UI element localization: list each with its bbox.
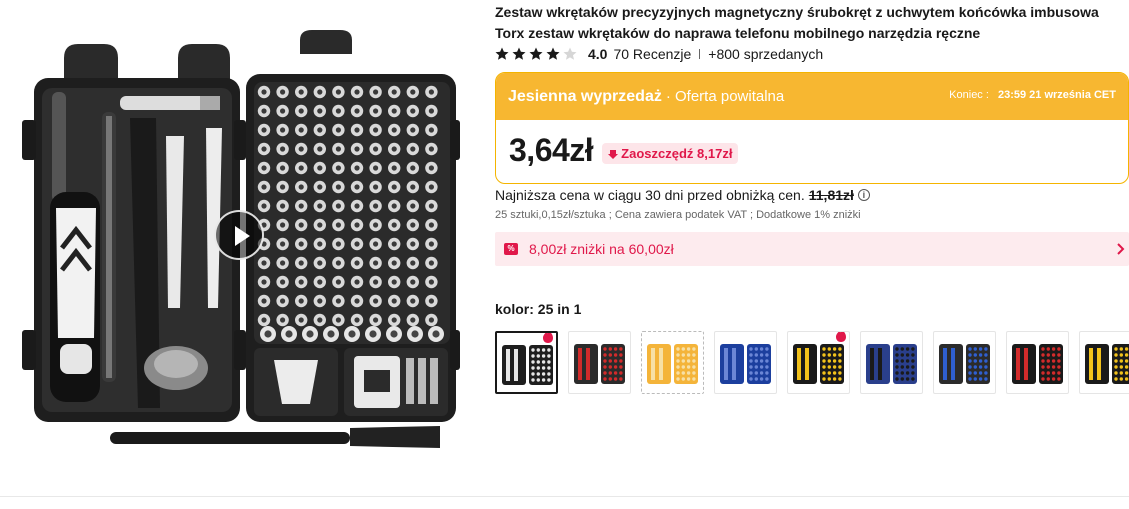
savings-badge: Zaoszczędź 8,17zł: [602, 143, 739, 164]
arrow-down-icon: [608, 149, 619, 159]
sale-subtitle: · Oferta powitalna: [665, 88, 785, 105]
variant-image: [866, 344, 917, 384]
variant-thumbnail[interactable]: [787, 331, 850, 394]
variant-image: [1012, 344, 1063, 384]
variant-image: [1085, 344, 1129, 384]
coupon-banner[interactable]: % 8,00zł zniżki na 60,00zł: [495, 232, 1129, 266]
coupon-icon: %: [504, 243, 518, 255]
product-title: Zestaw wkrętaków precyzyjnych magnetyczn…: [495, 4, 1099, 41]
current-price: 3,64zł: [509, 132, 594, 168]
price-row: 3,64zł Zaoszczędź 8,17zł: [496, 120, 1128, 169]
variant-image: [574, 344, 625, 384]
variant-thumbnail[interactable]: [568, 331, 631, 394]
savings-text: Zaoszczędź 8,17zł: [621, 146, 733, 161]
variant-thumbnail[interactable]: [495, 331, 558, 394]
hot-icon: [836, 332, 846, 342]
sale-banner: Jesienna wyprzedaż · Oferta powitalna Ko…: [496, 73, 1128, 120]
chevron-right-icon: [1117, 243, 1125, 255]
variant-thumbnail[interactable]: [933, 331, 996, 394]
star-rating: [495, 47, 577, 61]
variant-image: [647, 344, 698, 384]
lowest-price-label: Najniższa cena w ciągu 30 dni przed obni…: [495, 187, 805, 203]
sold-count: +800 sprzedanych: [708, 46, 824, 62]
sale-name: Jesienna wyprzedaż: [508, 87, 662, 105]
play-video-button[interactable]: [214, 210, 264, 260]
variant-thumbnail[interactable]: [1079, 331, 1129, 394]
star-icon: [546, 47, 560, 60]
sale-price-box: Jesienna wyprzedaż · Oferta powitalna Ko…: [495, 72, 1129, 184]
variant-thumbnail[interactable]: [714, 331, 777, 394]
rating-score: 4.0: [588, 46, 608, 62]
separator: [699, 49, 701, 59]
variant-thumbnail[interactable]: [1006, 331, 1069, 394]
info-icon[interactable]: i: [857, 189, 870, 201]
rating-row[interactable]: 4.0 70 Recenzje +800 sprzedanych: [495, 45, 823, 63]
sale-end-value: 23:59 21 września CET: [997, 89, 1116, 101]
star-icon: [563, 47, 577, 60]
lowest-price-info: Najniższa cena w ciągu 30 dni przed obni…: [495, 187, 870, 203]
product-main-image[interactable]: [20, 8, 462, 464]
variant-thumbnail[interactable]: [641, 331, 704, 394]
star-icon: [529, 47, 543, 60]
hot-icon: [543, 333, 553, 343]
star-icon: [495, 47, 509, 60]
coupon-text: 8,00zł zniżki na 60,00zł: [529, 241, 674, 257]
star-icon: [512, 47, 526, 60]
old-price: 11,81zł: [808, 187, 854, 203]
price-details: 25 sztuki,0,15zł/sztuka ; Cena zawiera p…: [495, 209, 861, 221]
variant-image: [939, 344, 990, 384]
section-divider: [0, 496, 1129, 497]
variant-thumbnails: [495, 331, 1129, 394]
sale-end-label: Koniec :: [949, 89, 989, 101]
reviews-link[interactable]: 70 Recenzje: [613, 46, 691, 62]
variant-image: [720, 344, 771, 384]
sale-end-time: Koniec : 23:59 21 września CET: [949, 89, 1116, 101]
variant-thumbnail[interactable]: [860, 331, 923, 394]
variant-label: kolor: 25 in 1: [495, 301, 582, 317]
